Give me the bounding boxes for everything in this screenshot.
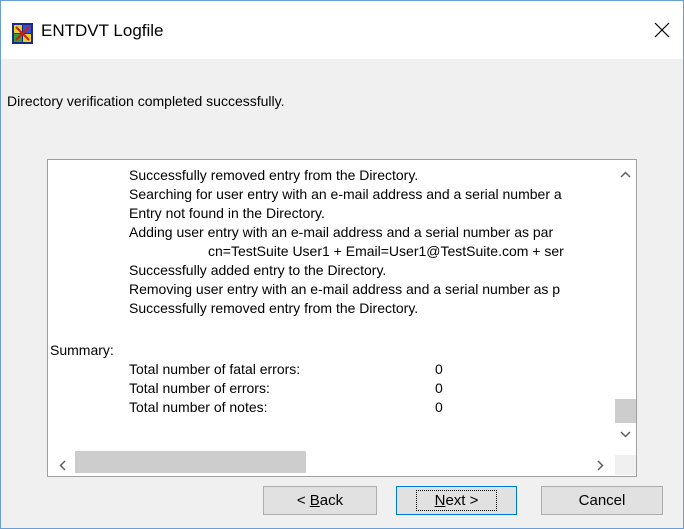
close-icon	[654, 22, 670, 38]
scroll-right-button[interactable]	[590, 455, 611, 475]
chevron-down-icon	[620, 430, 631, 438]
log-line: Successfully added entry to the Director…	[129, 262, 387, 278]
chevron-up-icon	[620, 170, 631, 178]
chevron-left-icon	[59, 459, 66, 471]
horizontal-scroll-thumb[interactable]	[75, 451, 306, 473]
summary-notes-value: 0	[435, 399, 443, 415]
summary-fatal-value: 0	[435, 361, 443, 377]
log-textarea[interactable]: Successfully removed entry from the Dire…	[47, 159, 637, 477]
window-title: ENTDVT Logfile	[41, 21, 164, 40]
summary-notes-label: Total number of notes:	[129, 399, 268, 415]
scroll-down-button[interactable]	[615, 424, 636, 444]
log-line: Successfully removed entry from the Dire…	[129, 300, 419, 316]
scroll-left-button[interactable]	[52, 455, 73, 475]
back-button-label: < Back	[296, 492, 344, 509]
title-bar: ENTDVT Logfile	[1, 1, 683, 59]
summary-errors-value: 0	[435, 380, 443, 396]
next-button-label: Next >	[415, 490, 498, 511]
scrollbar-corner	[615, 455, 636, 475]
back-button[interactable]: < Back	[263, 486, 377, 515]
logfile-dialog: ENTDVT Logfile Directory verification co…	[0, 0, 684, 529]
log-line: Removing user entry with an e-mail addre…	[129, 281, 561, 297]
next-button[interactable]: Next >	[396, 486, 517, 515]
status-message: Directory verification completed success…	[7, 93, 285, 109]
scroll-up-button[interactable]	[615, 164, 636, 184]
log-line: Adding user entry with an e-mail address…	[129, 224, 554, 240]
log-line: Searching for user entry with an e-mail …	[129, 186, 562, 202]
log-line: Successfully removed entry from the Dire…	[129, 167, 419, 183]
entdvt-app-icon	[12, 23, 33, 44]
cancel-button[interactable]: Cancel	[541, 486, 663, 515]
chevron-right-icon	[597, 459, 604, 471]
summary-label: Summary:	[50, 342, 114, 358]
vertical-scroll-thumb[interactable]	[615, 399, 636, 423]
summary-fatal-label: Total number of fatal errors:	[129, 361, 301, 377]
log-line: Entry not found in the Directory.	[129, 205, 325, 221]
close-button[interactable]	[647, 15, 677, 45]
log-line: cn=TestSuite User1 + Email=User1@TestSui…	[208, 243, 564, 259]
summary-errors-label: Total number of errors:	[129, 380, 270, 396]
